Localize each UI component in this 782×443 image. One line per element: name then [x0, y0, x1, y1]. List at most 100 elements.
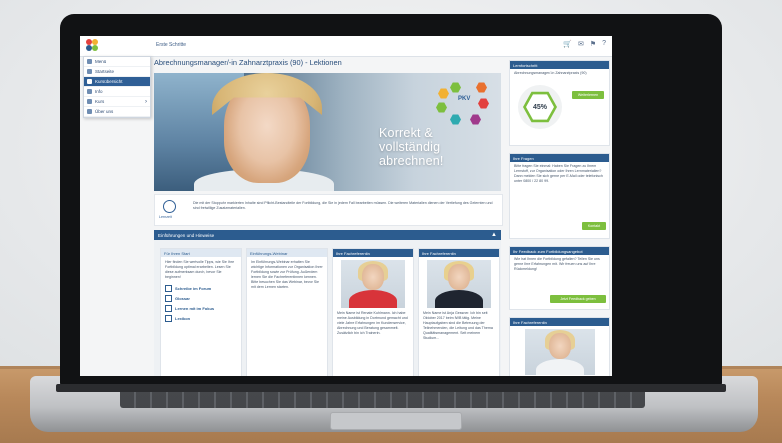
photo-body — [349, 290, 397, 308]
card-text: Mein Name ist Renate Kuhlmann. Ich habe … — [337, 311, 408, 335]
feedback-button[interactable]: Jetzt Feedback geben — [550, 295, 606, 303]
menu-item-label: Info — [95, 89, 103, 94]
hex-icon — [478, 98, 489, 109]
about-icon — [87, 109, 92, 114]
mail-icon[interactable]: ✉ — [578, 40, 584, 48]
collapse-icon[interactable]: ▲ — [491, 232, 497, 238]
top-icons: 🛒 ✉ ⚑ ? — [563, 40, 606, 48]
referent-photo — [524, 329, 595, 375]
hero-line-2: vollständig abrechnen! — [379, 140, 444, 168]
link-lernen[interactable]: Lernen mit im Fokus — [161, 303, 241, 313]
continue-learning-button[interactable]: Weiterlernen — [572, 91, 604, 99]
stopwatch-label: Lernzeit — [159, 215, 172, 219]
hex-icon — [438, 88, 449, 99]
link-lexikon[interactable]: Lexikon — [161, 313, 241, 323]
chevron-right-icon: › — [145, 98, 147, 105]
contact-header: Ihre Fragen — [510, 154, 609, 162]
progress-header: Lernfortschritt — [510, 61, 609, 69]
card-referentin-1: Ihre Fachreferentin Mein Name ist Renate… — [332, 248, 414, 376]
referentin-photo — [427, 260, 491, 308]
course-icon — [87, 99, 92, 104]
flag-icon[interactable]: ⚑ — [590, 40, 596, 48]
photo-face — [362, 264, 384, 290]
menu-item-label: Kursübersicht — [95, 79, 123, 84]
nav-menu: Menü Startseite Kursübersicht Info Kurs … — [83, 56, 151, 118]
photo-body — [435, 290, 483, 308]
link-glossar[interactable]: Glossar — [161, 293, 241, 303]
hex-icon — [436, 102, 447, 113]
forum-icon — [165, 284, 172, 292]
referentin-photo — [341, 260, 405, 308]
photo-face — [448, 264, 470, 290]
menu-item-menu[interactable]: Menü — [84, 57, 150, 67]
hero-banner: PKV Korrekt & vollständig abrechnen! — [154, 73, 501, 191]
referent-box: Ihre Fachreferentin — [509, 317, 610, 376]
photo-body — [535, 359, 584, 375]
cart-icon[interactable]: 🛒 — [563, 40, 572, 48]
menu-item-kurs[interactable]: Kurs › — [84, 97, 150, 107]
card-header: Ihre Fachreferentin — [419, 249, 499, 257]
hex-icon — [450, 82, 461, 93]
feedback-box: Ihr Feedback zum Fortbildungsangebot Wie… — [509, 246, 610, 310]
hero-headline: Korrekt & vollständig abrechnen! — [379, 126, 501, 168]
section-header[interactable]: Einführungen und Hinweise ▲ — [154, 230, 501, 240]
lexicon-icon — [165, 314, 172, 322]
progress-box: Lernfortschritt Abrechnungsmanager/-in Z… — [509, 60, 610, 146]
contact-button[interactable]: Kontakt — [582, 222, 606, 230]
menu-item-label: Über uns — [95, 109, 114, 114]
app-logo-icon[interactable] — [86, 39, 100, 53]
feedback-header: Ihr Feedback zum Fortbildungsangebot — [510, 247, 609, 255]
photo-face — [548, 333, 571, 359]
feedback-text: Wie hat Ihnen die Fortbildung gefallen? … — [514, 257, 600, 271]
menu-item-startseite[interactable]: Startseite — [84, 67, 150, 77]
card-referentin-2: Ihre Fachreferentin Mein Name ist Anja G… — [418, 248, 500, 376]
user-icon — [87, 79, 92, 84]
laptop-screen: Erste Schritte 🛒 ✉ ⚑ ? Menü Startseite K… — [80, 36, 612, 376]
brand-label[interactable]: Erste Schritte — [156, 42, 186, 48]
hex-icon — [476, 82, 487, 93]
link-forum[interactable]: Schreibe im Forum — [161, 283, 241, 293]
contact-box: Ihre Fragen Bitte fragen Sie einmal: Hab… — [509, 153, 610, 239]
progress-subtitle: Abrechnungsmanager/-in Zahnarztpraxis (9… — [514, 71, 587, 75]
home-icon — [87, 69, 92, 74]
laptop-hinge — [56, 384, 726, 392]
contact-text: Bitte fragen Sie einmal: Haben Sie Frage… — [514, 164, 603, 183]
info-text: Die mit der Stoppuhr markierten Inhalte … — [193, 201, 493, 210]
menu-item-kursuebersicht[interactable]: Kursübersicht — [84, 77, 150, 87]
top-bar: Erste Schritte 🛒 ✉ ⚑ ? — [80, 36, 612, 57]
page-title: Abrechnungsmanager/-in Zahnarztpraxis (9… — [154, 58, 342, 67]
link-label: Lexikon — [175, 315, 191, 321]
info-icon — [87, 89, 92, 94]
hero-line-1: Korrekt & — [379, 126, 433, 140]
menu-item-label: Kurs — [95, 99, 105, 104]
menu-item-ueber-uns[interactable]: Über uns — [84, 107, 150, 117]
card-text: Hier finden Sie wertvolle Tipps, wie Sie… — [165, 260, 235, 279]
pkv-badge: PKV — [458, 96, 471, 102]
referent-header: Ihre Fachreferentin — [510, 318, 609, 326]
glossary-icon — [165, 294, 172, 302]
card-header: Einführungs-Webinar — [247, 249, 327, 257]
link-label: Glossar — [175, 295, 190, 301]
card-header: Für Ihren Start — [161, 249, 241, 257]
section-title: Einführungen und Hinweise — [158, 232, 215, 238]
card-text: Mein Name ist Anja Gessner. Ich bin seit… — [423, 311, 493, 340]
card-start: Für Ihren Start Hier finden Sie wertvoll… — [160, 248, 242, 376]
card-header: Ihre Fachreferentin — [333, 249, 413, 257]
hero-hexagon-icons: PKV — [432, 78, 497, 128]
card-webinar: Einführungs-Webinar Im Einführungs-Webin… — [246, 248, 328, 376]
hex-icon — [450, 114, 461, 125]
menu-item-label: Menü — [95, 59, 107, 64]
menu-item-info[interactable]: Info — [84, 87, 150, 97]
help-icon[interactable]: ? — [602, 40, 606, 48]
card-text: Im Einführungs-Webinar erhalten Sie wich… — [251, 260, 323, 289]
menu-item-label: Startseite — [95, 69, 115, 74]
learning-icon — [165, 304, 172, 312]
info-strip: Lernzeit Die mit der Stoppuhr markierten… — [154, 194, 503, 226]
link-label: Schreibe im Forum — [175, 285, 212, 291]
link-label: Lernen mit im Fokus — [175, 305, 215, 311]
hex-icon — [470, 114, 481, 125]
stopwatch-icon — [163, 200, 176, 213]
menu-icon — [87, 59, 92, 64]
progress-gauge: 45% — [518, 85, 562, 129]
laptop-trackpad — [330, 412, 462, 430]
